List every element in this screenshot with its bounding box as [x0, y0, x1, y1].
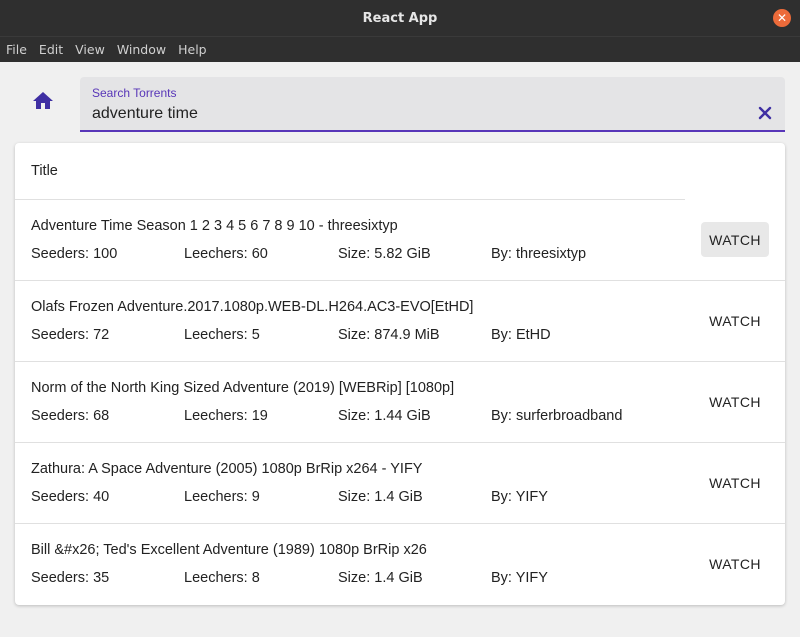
- leechers: Leechers: 19: [184, 408, 268, 424]
- menu-view[interactable]: View: [75, 42, 105, 57]
- menu-edit[interactable]: Edit: [39, 42, 63, 57]
- seeders: Seeders: 100: [31, 246, 118, 262]
- torrent-title: Olafs Frozen Adventure.2017.1080p.WEB-DL…: [31, 299, 474, 315]
- torrent-title: Norm of the North King Sized Adventure (…: [31, 380, 455, 396]
- window-titlebar: React App ✕: [0, 0, 800, 36]
- menu-bar: File Edit View Window Help: [0, 36, 800, 62]
- search-label: Search Torrents: [92, 86, 177, 100]
- home-icon: [33, 92, 53, 109]
- clear-icon[interactable]: [757, 105, 773, 121]
- uploader: By: YIFY: [491, 489, 548, 505]
- leechers: Leechers: 8: [184, 570, 260, 586]
- watch-button[interactable]: WATCH: [701, 546, 769, 581]
- leechers: Leechers: 5: [184, 327, 260, 343]
- uploader: By: EtHD: [491, 327, 551, 343]
- uploader: By: YIFY: [491, 570, 548, 586]
- size: Size: 5.82 GiB: [338, 246, 431, 262]
- seeders: Seeders: 68: [31, 408, 110, 424]
- seeders: Seeders: 40: [31, 489, 110, 505]
- watch-button[interactable]: WATCH: [701, 303, 769, 338]
- watch-button[interactable]: WATCH: [701, 222, 769, 257]
- window-close-button[interactable]: ✕: [773, 9, 791, 27]
- table-row: Bill &#x26; Ted's Excellent Adventure (1…: [15, 524, 785, 605]
- torrent-title: Zathura: A Space Adventure (2005) 1080p …: [31, 461, 423, 477]
- window-title: React App: [362, 10, 438, 26]
- results-table: Title Adventure Time Season 1 2 3 4 5 6 …: [15, 143, 785, 605]
- size: Size: 1.4 GiB: [338, 570, 423, 586]
- size: Size: 1.44 GiB: [338, 408, 431, 424]
- menu-file[interactable]: File: [6, 42, 27, 57]
- uploader: By: threesixtyp: [491, 246, 587, 262]
- home-button[interactable]: [31, 89, 55, 113]
- watch-button[interactable]: WATCH: [701, 465, 769, 500]
- size: Size: 1.4 GiB: [338, 489, 423, 505]
- table-row: Zathura: A Space Adventure (2005) 1080p …: [15, 443, 785, 524]
- column-header-title: Title: [15, 143, 685, 200]
- search-input[interactable]: [92, 103, 732, 125]
- leechers: Leechers: 60: [184, 246, 268, 262]
- search-field[interactable]: Search Torrents: [80, 77, 785, 132]
- menu-help[interactable]: Help: [178, 42, 207, 57]
- seeders: Seeders: 72: [31, 327, 110, 343]
- torrent-title: Bill &#x26; Ted's Excellent Adventure (1…: [31, 542, 427, 558]
- table-row: Adventure Time Season 1 2 3 4 5 6 7 8 9 …: [15, 200, 785, 281]
- menu-window[interactable]: Window: [117, 42, 166, 57]
- seeders: Seeders: 35: [31, 570, 110, 586]
- torrent-title: Adventure Time Season 1 2 3 4 5 6 7 8 9 …: [31, 218, 398, 234]
- uploader: By: surferbroadband: [491, 408, 623, 424]
- leechers: Leechers: 9: [184, 489, 260, 505]
- watch-button[interactable]: WATCH: [701, 384, 769, 419]
- table-row: Norm of the North King Sized Adventure (…: [15, 362, 785, 443]
- size: Size: 874.9 MiB: [338, 327, 440, 343]
- table-row: Olafs Frozen Adventure.2017.1080p.WEB-DL…: [15, 281, 785, 362]
